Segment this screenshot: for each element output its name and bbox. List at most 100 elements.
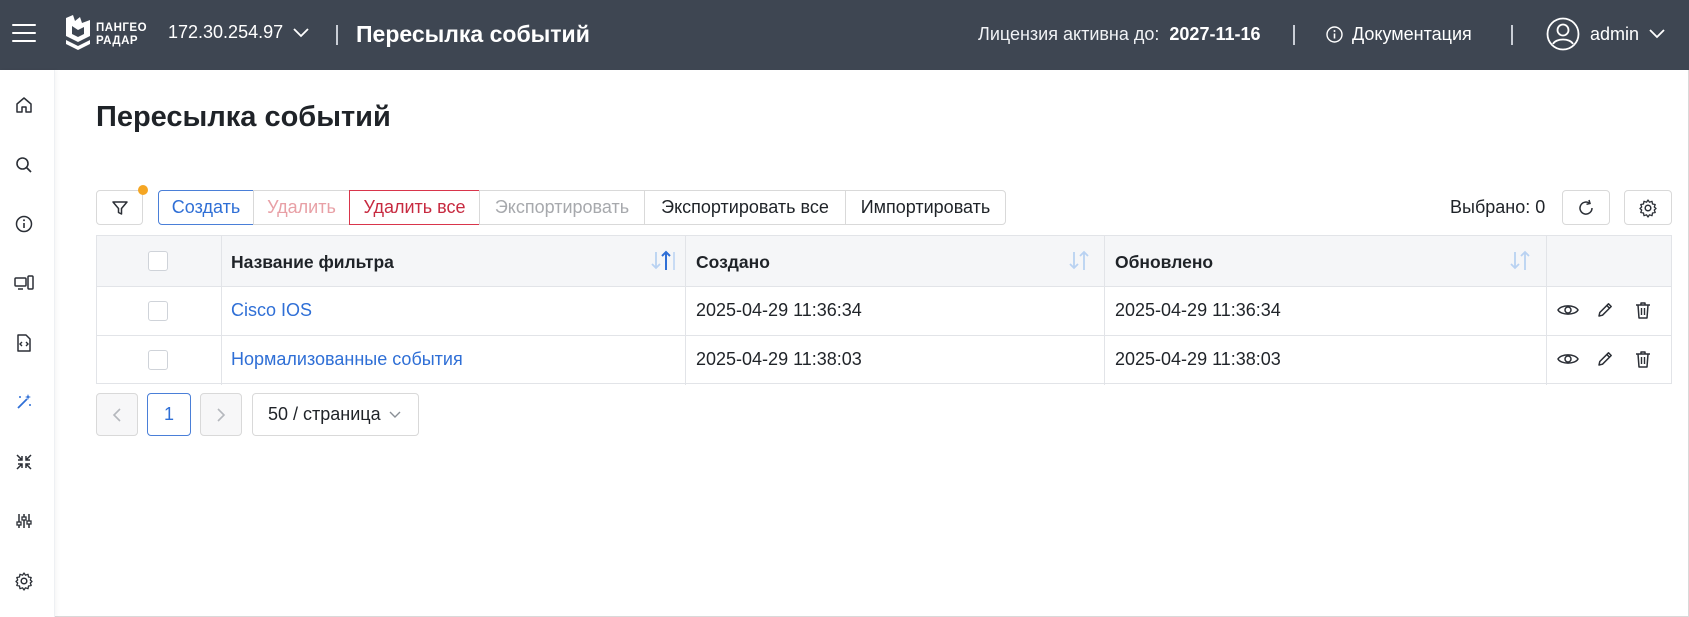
table-settings-button[interactable] — [1624, 190, 1672, 225]
updated-cell: 2025-04-29 11:38:03 — [1115, 349, 1281, 369]
sort-icon[interactable] — [1066, 248, 1094, 274]
chevron-down-icon — [293, 27, 309, 37]
edit-button[interactable] — [1593, 298, 1617, 322]
view-button[interactable] — [1556, 298, 1580, 322]
chevron-left-icon — [112, 407, 121, 422]
header-divider — [1511, 25, 1513, 45]
top-header: ПАНГЕО РАДАР 172.30.254.97 Пересылка соб… — [0, 0, 1689, 70]
home-icon — [16, 97, 32, 113]
license-label: Лицензия активна до: — [978, 24, 1160, 44]
filters-table: Название фильтра Создано Обновлено Cisco… — [96, 235, 1672, 385]
license-date: 2027-11-16 — [1169, 24, 1261, 44]
selected-count: Выбрано: 0 — [1450, 197, 1546, 217]
create-button[interactable]: Создать — [158, 190, 254, 225]
host-address: 172.30.254.97 — [168, 22, 284, 42]
chevron-right-icon — [217, 407, 226, 422]
refresh-button[interactable] — [1562, 190, 1610, 225]
filter-button[interactable] — [96, 190, 143, 225]
info-circle-icon — [1326, 26, 1343, 43]
logo-line-2: РАДАР — [96, 35, 139, 47]
search-icon — [16, 157, 32, 173]
delete-button[interactable]: Удалить — [253, 190, 350, 225]
user-avatar-icon — [1546, 17, 1580, 51]
compress-arrows-icon — [16, 454, 32, 470]
column-divider — [1104, 236, 1105, 385]
page-size-value: 50 / страница — [268, 404, 381, 424]
updated-cell: 2025-04-29 11:36:34 — [1115, 300, 1281, 320]
sort-ascending-icon[interactable] — [649, 248, 677, 274]
user-name: admin — [1590, 23, 1640, 44]
filter-name-link[interactable]: Нормализованные события — [231, 349, 463, 370]
docs-link[interactable]: Документация — [1326, 24, 1472, 45]
edit-button[interactable] — [1593, 347, 1617, 371]
user-menu[interactable]: admin — [1546, 17, 1665, 51]
logo-line-1: ПАНГЕО — [96, 22, 148, 34]
column-header-updated[interactable]: Обновлено — [1115, 252, 1213, 273]
delete-row-button[interactable] — [1631, 347, 1655, 371]
sidebar-item-code[interactable] — [11, 330, 37, 356]
filter-funnel-icon — [111, 200, 128, 215]
chevron-down-icon — [1649, 29, 1665, 39]
pencil-icon — [1598, 352, 1612, 366]
sort-icon[interactable] — [1507, 248, 1535, 274]
docs-label: Документация — [1352, 24, 1472, 44]
eye-icon — [1557, 305, 1579, 315]
prev-page-button[interactable] — [96, 393, 138, 436]
delete-row-button[interactable] — [1631, 298, 1655, 322]
sidebar-item-home[interactable] — [11, 92, 37, 118]
sidebar-item-tuning[interactable] — [11, 508, 37, 534]
page-size-select[interactable]: 50 / страница — [252, 393, 419, 436]
left-sidebar — [0, 70, 55, 617]
created-cell: 2025-04-29 11:38:03 — [696, 349, 862, 369]
column-header-created[interactable]: Создано — [696, 252, 770, 273]
column-divider — [221, 236, 222, 385]
eye-icon — [1557, 354, 1579, 364]
sidebar-item-search[interactable] — [11, 152, 37, 178]
chevron-down-icon — [389, 411, 401, 418]
row-checkbox[interactable] — [148, 350, 168, 370]
menu-hamburger-icon[interactable] — [12, 23, 36, 43]
license-info: Лицензия активна до: 2027-11-16 — [978, 24, 1261, 45]
page-number-button[interactable]: 1 — [147, 393, 191, 436]
select-all-checkbox[interactable] — [148, 251, 168, 271]
info-icon — [15, 215, 33, 233]
filter-name-link[interactable]: Cisco IOS — [231, 300, 312, 321]
sidebar-item-forwarding[interactable] — [11, 389, 37, 415]
created-cell: 2025-04-29 11:36:34 — [696, 300, 862, 320]
trash-icon — [1636, 351, 1650, 368]
code-file-icon — [17, 334, 31, 352]
sidebar-item-aggregation[interactable] — [11, 449, 37, 475]
delete-all-button[interactable]: Удалить все — [349, 190, 480, 225]
trash-icon — [1636, 302, 1650, 319]
pencil-icon — [1598, 303, 1612, 317]
table-row: Cisco IOS 2025-04-29 11:36:34 2025-04-29… — [97, 287, 1671, 336]
header-divider — [1293, 25, 1295, 45]
devices-icon — [14, 275, 34, 290]
settings-gear-icon — [15, 572, 33, 591]
sidebar-item-devices[interactable] — [11, 270, 37, 296]
view-button[interactable] — [1556, 347, 1580, 371]
sidebar-item-info[interactable] — [11, 211, 37, 237]
header-title: Пересылка событий — [356, 21, 590, 47]
page-title: Пересылка событий — [96, 101, 391, 133]
row-checkbox[interactable] — [148, 301, 168, 321]
logo-shield-icon — [66, 15, 90, 50]
filter-active-badge — [138, 185, 148, 195]
table-row: Нормализованные события 2025-04-29 11:38… — [97, 336, 1671, 385]
sliders-icon — [16, 514, 32, 528]
magic-wand-icon — [17, 394, 31, 409]
import-button[interactable]: Импортировать — [845, 190, 1006, 225]
column-header-name[interactable]: Название фильтра — [231, 252, 394, 273]
sidebar-item-settings[interactable] — [11, 568, 37, 594]
column-divider — [685, 236, 686, 385]
export-button[interactable]: Экспортировать — [479, 190, 645, 225]
next-page-button[interactable] — [200, 393, 242, 436]
header-divider — [336, 25, 338, 45]
logo-text: ПАНГЕО РАДАР — [96, 22, 147, 48]
host-selector[interactable]: 172.30.254.97 — [168, 22, 309, 43]
export-all-button[interactable]: Экспортировать все — [644, 190, 846, 225]
table-header: Название фильтра Создано Обновлено — [97, 236, 1671, 287]
refresh-icon — [1579, 199, 1593, 215]
column-divider — [1546, 236, 1547, 385]
settings-gear-icon — [1639, 198, 1657, 218]
